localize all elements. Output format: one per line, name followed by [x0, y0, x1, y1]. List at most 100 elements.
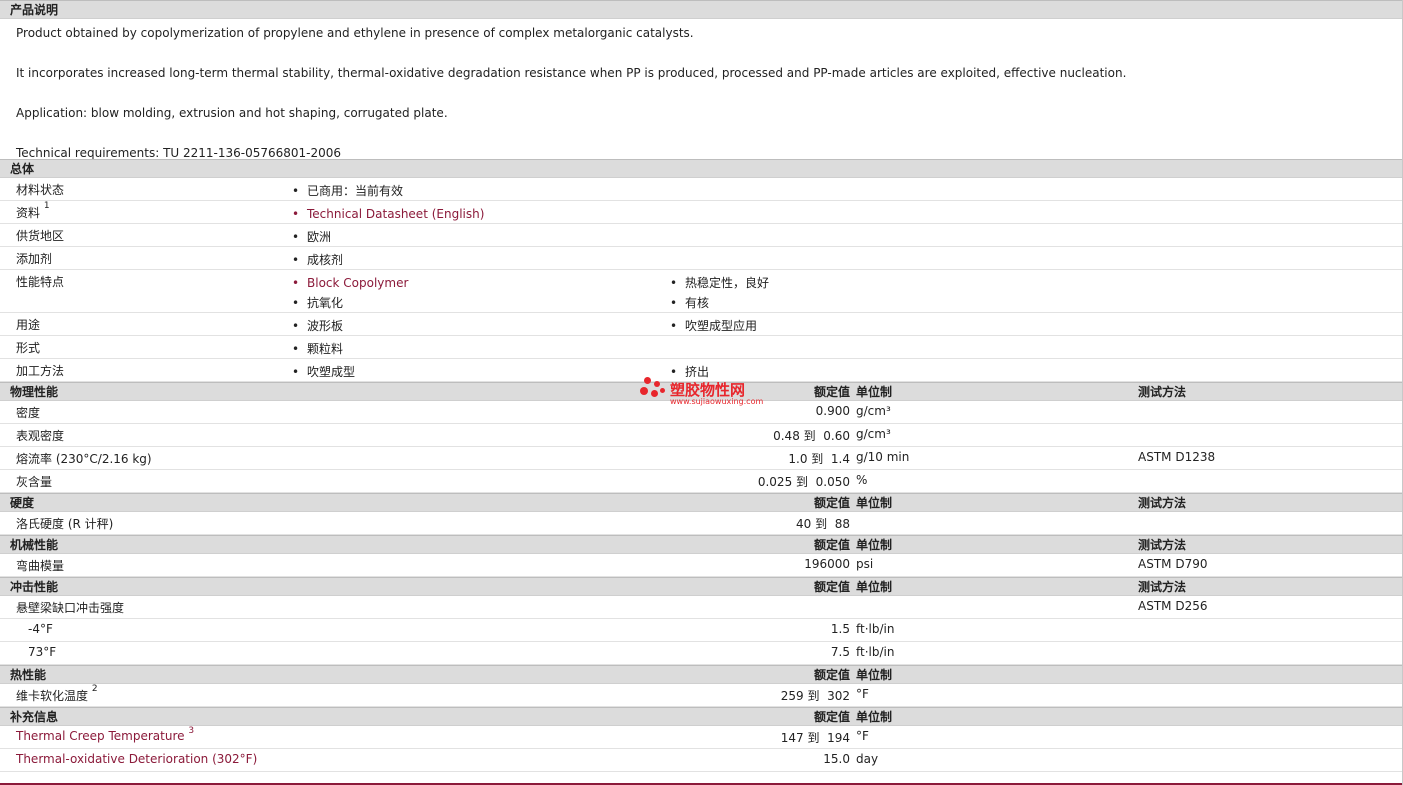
column-header-method: 测试方法 [1138, 580, 1187, 594]
general-row: 性能特点 Block Copolymer抗氧化 热稳定性，良好有核 [0, 270, 1403, 313]
watermark-logo: 塑胶物性网 www.sujiaowuxing.com [640, 377, 780, 407]
property-value: 1.0 到 1.4 [788, 452, 850, 466]
property-label: -4°F [28, 622, 53, 636]
section-title: 产品说明 [10, 3, 59, 17]
watermark-url: www.sujiaowuxing.com [670, 397, 764, 406]
column-header-value: 额定值 [813, 580, 850, 594]
general-row: 用途 波形板 吹塑成型应用 [0, 313, 1403, 336]
property-label[interactable]: Thermal-oxidative Deterioration (302°F) [16, 752, 257, 766]
property-row: 灰含量 0.025 到 0.050% [0, 470, 1403, 493]
description-paragraph: Application: blow molding, extrusion and… [16, 106, 448, 120]
row-label: 形式 [16, 341, 41, 355]
value-list: 欧洲 [292, 227, 331, 247]
property-row: 弯曲模量 196000 psi ASTM D790 [0, 554, 1403, 577]
property-unit: ft·lb/in [856, 645, 895, 659]
column-header-method: 测试方法 [1138, 496, 1187, 510]
property-value: 15.0 [823, 752, 850, 766]
property-label[interactable]: Thermal Creep Temperature 3 [16, 726, 194, 743]
value-list: 颗粒料 [292, 339, 343, 359]
property-label: 密度 [16, 406, 41, 420]
property-value: 259 到 302 [780, 689, 850, 703]
column-header-unit: 单位制 [856, 385, 893, 399]
section-header-impact: 冲击性能 额定值 单位制 测试方法 [0, 577, 1403, 596]
property-unit: ft·lb/in [856, 622, 895, 636]
value-list: 吹塑成型 [292, 362, 355, 382]
property-value: 1.5 [830, 622, 850, 636]
property-method: ASTM D1238 [1138, 450, 1216, 464]
general-table: 材料状态 已商用：当前有效资料 1 Technical Datasheet (Eng… [0, 178, 1403, 382]
section-title: 硬度 [10, 496, 35, 510]
property-row: Thermal Creep Temperature 3 147 到 194 °F [0, 726, 1403, 749]
property-label: 灰含量 [16, 475, 53, 489]
property-method: ASTM D790 [1138, 557, 1208, 571]
property-value: 147 到 194 [780, 731, 850, 745]
description-paragraph: It incorporates increased long-term ther… [16, 66, 1127, 80]
value-list: Block Copolymer抗氧化 [292, 273, 408, 313]
footnote-ref[interactable]: 1 [44, 201, 50, 211]
value-list: 吹塑成型应用 [670, 316, 757, 336]
property-value: 196000 [804, 557, 850, 571]
general-row: 形式 颗粒料 [0, 336, 1403, 359]
thermal-table: 维卡软化温度 2 259 到 302 °F [0, 684, 1403, 707]
list-item: 颗粒料 [292, 339, 343, 359]
column-header-unit: 单位制 [856, 710, 893, 724]
physical-table: 密度 0.900 g/cm³ 表观密度 0.48 到 0.60 g/cm³ 熔流率 (230… [0, 401, 1403, 493]
section-title: 总体 [10, 162, 35, 176]
property-label: 弯曲模量 [16, 559, 65, 573]
section-header-hardness: 硬度 额定值 单位制 测试方法 [0, 493, 1403, 512]
property-value: 0.900 [815, 404, 850, 418]
column-header-value: 额定值 [813, 496, 850, 510]
property-value: 0.48 到 0.60 [773, 429, 850, 443]
property-row: 表观密度 0.48 到 0.60 g/cm³ [0, 424, 1403, 447]
column-header-method: 测试方法 [1138, 538, 1187, 552]
list-item: 已商用：当前有效 [292, 181, 403, 201]
general-row: 资料 1 Technical Datasheet (English) [0, 201, 1403, 224]
row-label: 材料状态 [16, 183, 65, 197]
section-title: 补充信息 [10, 710, 59, 724]
property-unit: g/cm³ [856, 427, 891, 441]
property-unit: psi [856, 557, 874, 571]
mechanical-table: 弯曲模量 196000 psi ASTM D790 [0, 554, 1403, 577]
property-row: 悬壁梁缺口冲击强度 ASTM D256 [0, 596, 1403, 619]
footnote-ref[interactable]: 3 [188, 726, 194, 736]
column-header-unit: 单位制 [856, 580, 893, 594]
property-unit: °F [856, 687, 869, 701]
property-unit: % [856, 473, 868, 487]
property-label: 洛氏硬度 (R 计秤) [16, 517, 114, 531]
section-title: 机械性能 [10, 538, 59, 552]
supplement-table: Thermal Creep Temperature 3 147 到 194 °F Th… [0, 726, 1403, 772]
product-description: Product obtained by copolymerization of … [0, 19, 1403, 160]
value-list: 成核剂 [292, 250, 343, 270]
footnote-ref[interactable]: 2 [92, 684, 98, 694]
row-label: 用途 [16, 318, 41, 332]
impact-table: 悬壁梁缺口冲击强度 ASTM D256 -4°F 1.5 ft·lb/in 73°F 7.5… [0, 596, 1403, 665]
value-list: 热稳定性，良好有核 [670, 273, 769, 313]
value-link[interactable]: Technical Datasheet (English) [292, 204, 484, 224]
general-row: 添加剂 成核剂 [0, 247, 1403, 270]
property-label: 表观密度 [16, 429, 65, 443]
column-header-value: 额定值 [813, 668, 850, 682]
property-row: 73°F 7.5 ft·lb/in [0, 642, 1403, 665]
property-value: 40 到 88 [796, 517, 850, 531]
general-row: 供货地区 欧洲 [0, 224, 1403, 247]
property-unit: day [856, 752, 879, 766]
list-item: 有核 [670, 293, 769, 313]
property-label: 熔流率 (230°C/2.16 kg) [16, 452, 152, 466]
section-title: 冲击性能 [10, 580, 59, 594]
property-row: 熔流率 (230°C/2.16 kg) 1.0 到 1.4 g/10 min ASTM… [0, 447, 1403, 470]
list-item: 欧洲 [292, 227, 331, 247]
logo-dot [640, 387, 648, 395]
value-link[interactable]: Block Copolymer [292, 273, 408, 293]
section-header-mechanical: 机械性能 额定值 单位制 测试方法 [0, 535, 1403, 554]
column-header-unit: 单位制 [856, 668, 893, 682]
property-label: 悬壁梁缺口冲击强度 [16, 601, 125, 615]
description-paragraph: Product obtained by copolymerization of … [16, 26, 694, 40]
logo-dot [654, 381, 660, 387]
list-item: 抗氧化 [292, 293, 408, 313]
property-row: 维卡软化温度 2 259 到 302 °F [0, 684, 1403, 707]
column-header-unit: 单位制 [856, 538, 893, 552]
list-item: 成核剂 [292, 250, 343, 270]
value-list: 已商用：当前有效 [292, 181, 403, 201]
property-unit: g/cm³ [856, 404, 891, 418]
column-header-value: 额定值 [813, 538, 850, 552]
